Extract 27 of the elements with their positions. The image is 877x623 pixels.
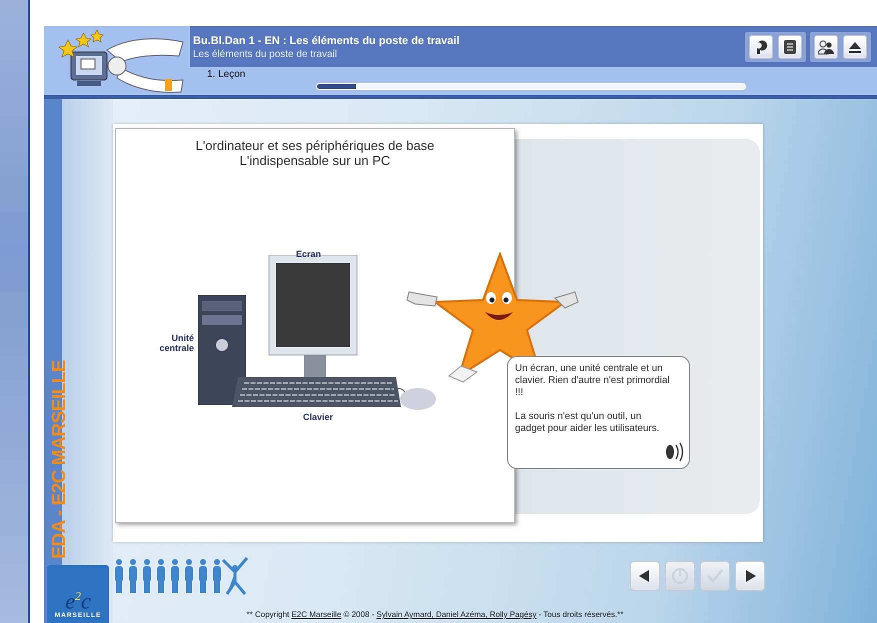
bubble-text: La souris n'est qu'un outil, un gadget pour aider les utilisateurs.	[515, 410, 660, 436]
course-title: Bu.Bl.Dan 1 - EN : Les éléments du poste de travail	[193, 35, 461, 47]
side-banner-text: EDA - E2C MARSEILLE	[49, 360, 71, 559]
mouse-drawing	[396, 388, 436, 410]
footer-link[interactable]: Sylvain Aymard, Daniel Azéma, Rolly Pagésy	[376, 610, 536, 619]
users-button[interactable]	[814, 34, 838, 58]
speaker-icon[interactable]	[663, 441, 685, 463]
users-icon	[818, 38, 834, 54]
logo-mark: e$^{2}$c	[65, 590, 91, 612]
previous-button[interactable]	[630, 561, 660, 591]
help-button[interactable]	[749, 34, 773, 58]
checkmark-icon	[706, 567, 724, 585]
lesson-label: 1. Leçon	[206, 68, 246, 80]
eject-button[interactable]	[843, 34, 867, 58]
slide-title: L'indispensable sur un PC	[240, 153, 390, 168]
keyboard-label: Clavier	[303, 412, 334, 422]
list-icon	[782, 38, 798, 54]
list-button[interactable]	[778, 34, 802, 58]
footer-link[interactable]: E2C Marseille	[291, 610, 342, 619]
next-button[interactable]	[735, 561, 765, 591]
power-icon	[671, 567, 689, 585]
screen-label: Ecran	[296, 249, 322, 259]
slide-title: L'ordinateur et ses périphériques de base	[196, 138, 434, 153]
unit-label: Unité centrale	[158, 333, 194, 353]
copyright-notice: ** Copyright E2C Marseille © 2008 - Sylvain Aymard, Daniel Azéma, Rolly Pagésy - Tous droits réservés.**	[246, 610, 624, 621]
course-subtitle: Les éléments du poste de travail	[193, 49, 338, 60]
bubble-text: Un écran, une unité centrale et un clavier. Rien d'autre n'est primordial !!!	[515, 363, 671, 400]
